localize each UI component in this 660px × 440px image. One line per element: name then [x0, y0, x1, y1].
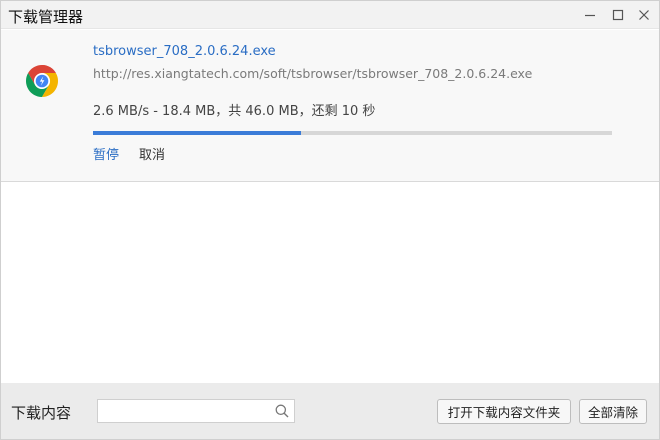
close-icon: [639, 10, 649, 20]
close-button[interactable]: [633, 5, 655, 25]
cancel-button[interactable]: 取消: [139, 144, 165, 163]
file-url: http://res.xiangtatech.com/soft/tsbrowse…: [93, 66, 533, 81]
search-input[interactable]: [98, 400, 268, 422]
footer-bar: 下载内容 打开下载内容文件夹 全部清除: [1, 383, 659, 439]
download-status: 2.6 MB/s - 18.4 MB，共 46.0 MB，还剩 10 秒: [93, 104, 376, 119]
search-box[interactable]: [97, 399, 295, 423]
download-item: tsbrowser_708_2.0.6.24.exe http://res.xi…: [1, 30, 659, 182]
download-manager-window: 下载管理器 tsbrowser_708_2.0.6.24.exe http://…: [0, 0, 660, 440]
downloads-label: 下载内容: [11, 404, 72, 422]
download-progress-bar: [93, 131, 612, 135]
maximize-icon: [612, 9, 624, 21]
window-title: 下载管理器: [8, 8, 84, 26]
download-progress-fill: [93, 131, 301, 135]
open-downloads-folder-button[interactable]: 打开下载内容文件夹: [437, 399, 571, 424]
chrome-logo-icon: [25, 65, 59, 97]
clear-all-button[interactable]: 全部清除: [579, 399, 647, 424]
title-bar[interactable]: 下载管理器: [1, 1, 659, 29]
minimize-icon: [585, 14, 595, 17]
maximize-button[interactable]: [607, 5, 629, 25]
search-icon[interactable]: [274, 403, 290, 419]
file-name-link[interactable]: tsbrowser_708_2.0.6.24.exe: [93, 44, 276, 59]
pause-button[interactable]: 暂停: [93, 144, 119, 163]
minimize-button[interactable]: [579, 5, 601, 25]
download-list-area: [1, 182, 659, 383]
